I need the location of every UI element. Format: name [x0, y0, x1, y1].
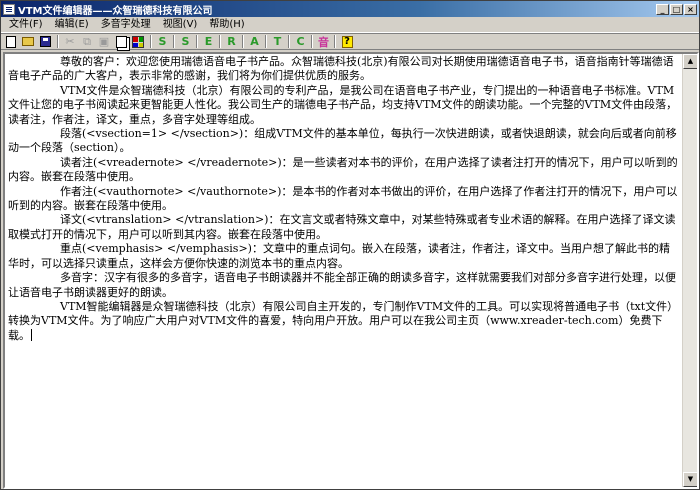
vertical-scrollbar[interactable]: ▲ ▼ — [682, 54, 697, 487]
paste-icon: ▣ — [98, 35, 110, 48]
cut-button[interactable]: ✂ — [62, 34, 78, 49]
text-caret — [31, 328, 32, 341]
window-controls: _ □ × — [656, 3, 697, 15]
color-grid-icon — [132, 35, 144, 48]
document-paragraph: 译文(<vtranslation> </vtranslation>)：在文言文或… — [8, 213, 676, 241]
minimize-button[interactable]: _ — [656, 3, 669, 15]
scissors-icon: ✂ — [65, 35, 75, 48]
menu-file[interactable]: 文件(F) — [3, 18, 49, 32]
document-paragraph: VTM文件是众智瑞德科技（北京）有限公司的专利产品，是我公司在语音电子书产业，专… — [8, 83, 678, 126]
toolbar-separator — [219, 35, 221, 48]
section-tag-button[interactable]: S — [156, 35, 169, 49]
scroll-up-arrow-icon[interactable]: ▲ — [683, 54, 697, 69]
toolbar-separator — [311, 35, 313, 48]
document-paragraph-last: VTM智能编辑器是众智瑞德科技（北京）有限公司自主开发的，专门制作VTM文件的工… — [8, 300, 680, 343]
app-icon — [3, 3, 15, 15]
paste-button[interactable]: ▣ — [96, 34, 112, 49]
title-bar[interactable]: VTM文件编辑器——众智瑞德科技有限公司 _ □ × — [1, 1, 699, 17]
menu-edit[interactable]: 编辑(E) — [49, 18, 95, 32]
readernote-tag-button[interactable]: R — [225, 35, 238, 49]
open-file-button[interactable] — [20, 34, 36, 49]
new-file-button[interactable] — [3, 34, 19, 49]
emphasis-tag-button[interactable]: E — [202, 35, 215, 49]
text-editor[interactable]: 尊敬的客户：欢迎您使用瑞德语音电子书产品。众智瑞德科技(北京)有限公司对长期使用… — [3, 52, 699, 489]
help-button[interactable]: ? — [339, 34, 355, 49]
polyphone-tag-button[interactable]: 音 — [317, 35, 330, 49]
comment-tag-button[interactable]: C — [294, 35, 307, 49]
app-window: VTM文件编辑器——众智瑞德科技有限公司 _ □ × 文件(F) 编辑(E) 多… — [0, 0, 700, 490]
toolbar: ✂ ⧉ ▣ S S E R A T C 音 ? — [1, 33, 699, 50]
toolbar-separator — [334, 35, 336, 48]
window-title: VTM文件编辑器——众智瑞德科技有限公司 — [18, 5, 213, 17]
toolbar-separator — [265, 35, 267, 48]
toolbar-separator — [173, 35, 175, 48]
preview-button[interactable] — [113, 34, 129, 49]
authornote-tag-button[interactable]: A — [248, 35, 261, 49]
open-folder-icon — [22, 37, 34, 46]
section-end-button[interactable]: S — [179, 35, 192, 49]
document-paragraph: 作者注(<vauthornote> </vauthornote>)：是本书的作者… — [8, 184, 678, 213]
save-disk-icon — [39, 36, 51, 47]
menu-bar: 文件(F) 编辑(E) 多音字处理 视图(V) 帮助(H) — [1, 17, 699, 33]
toolbar-separator — [57, 35, 59, 48]
close-button[interactable]: × — [684, 3, 697, 15]
scroll-down-arrow-icon[interactable]: ▼ — [683, 472, 697, 487]
editor-content[interactable]: 尊敬的客户：欢迎您使用瑞德语音电子书产品。众智瑞德科技(北京)有限公司对长期使用… — [6, 55, 682, 486]
new-document-icon — [6, 35, 16, 48]
maximize-button[interactable]: □ — [670, 3, 683, 15]
document-paragraph: 段落(<vsection=1> </vsection>)：组成VTM文件的基本单… — [8, 127, 677, 155]
help-question-icon: ? — [341, 35, 353, 48]
menu-polyphone[interactable]: 多音字处理 — [95, 18, 157, 32]
copy-button[interactable]: ⧉ — [79, 34, 95, 49]
toolbar-separator — [288, 35, 290, 48]
toolbar-separator — [242, 35, 244, 48]
mark-grid-button[interactable] — [130, 34, 146, 49]
toolbar-separator — [196, 35, 198, 48]
toolbar-separator — [150, 35, 152, 48]
document-paragraph: 重点(<vemphasis> </vemphasis>)：文章中的重点词句。嵌入… — [8, 242, 670, 270]
pages-icon — [115, 35, 127, 48]
save-file-button[interactable] — [37, 34, 53, 49]
menu-view[interactable]: 视图(V) — [157, 18, 204, 32]
document-paragraph: 尊敬的客户：欢迎您使用瑞德语音电子书产品。众智瑞德科技(北京)有限公司对长期使用… — [8, 55, 674, 83]
document-paragraph: 读者注(<vreadernote> </vreadernote>)：是一些读者对… — [8, 155, 678, 184]
document-paragraph-text: VTM智能编辑器是众智瑞德科技（北京）有限公司自主开发的，专门制作VTM文件的工… — [8, 299, 679, 342]
document-paragraph: 多音字：汉字有很多的多音字，语音电子书朗读器并不能全部正确的朗读多音字，这样就需… — [8, 271, 676, 299]
copy-icon: ⧉ — [83, 34, 91, 48]
translation-tag-button[interactable]: T — [271, 35, 284, 49]
menu-help[interactable]: 帮助(H) — [203, 18, 250, 32]
